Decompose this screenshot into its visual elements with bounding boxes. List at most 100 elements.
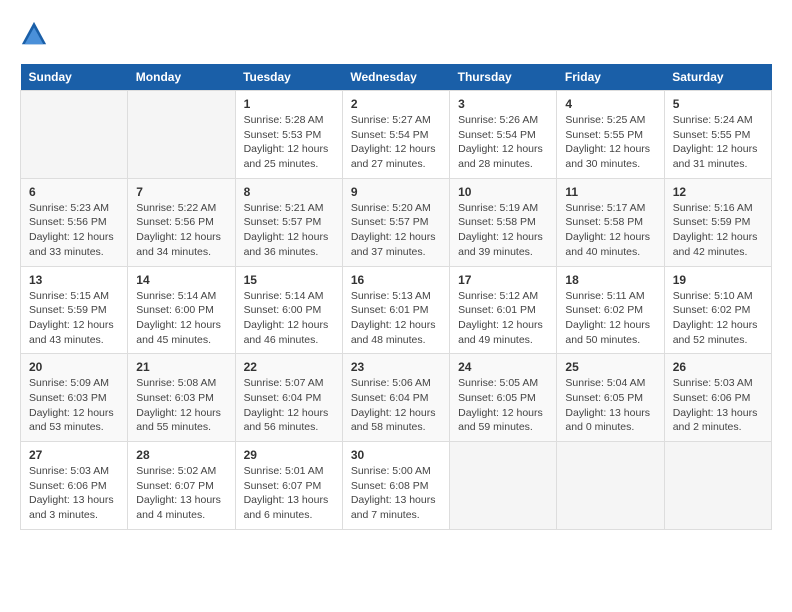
day-info: Sunrise: 5:04 AM Sunset: 6:05 PM Dayligh… (565, 376, 655, 435)
day-number: 5 (673, 97, 763, 111)
day-info: Sunrise: 5:16 AM Sunset: 5:59 PM Dayligh… (673, 201, 763, 260)
day-info: Sunrise: 5:20 AM Sunset: 5:57 PM Dayligh… (351, 201, 441, 260)
day-number: 24 (458, 360, 548, 374)
weekday-header: Wednesday (342, 64, 449, 91)
calendar-cell: 30 Sunrise: 5:00 AM Sunset: 6:08 PM Dayli… (342, 442, 449, 530)
calendar-cell: 11Sunrise: 5:17 AM Sunset: 5:58 PM Dayli… (557, 178, 664, 266)
day-info: Sunrise: 5:01 AM Sunset: 6:07 PM Dayligh… (244, 464, 334, 523)
day-info: Sunrise: 5:27 AM Sunset: 5:54 PM Dayligh… (351, 113, 441, 172)
day-info: Sunrise: 5:22 AM Sunset: 5:56 PM Dayligh… (136, 201, 226, 260)
day-info: Sunrise: 5:15 AM Sunset: 5:59 PM Dayligh… (29, 289, 119, 348)
calendar-cell: 26Sunrise: 5:03 AM Sunset: 6:06 PM Dayli… (664, 354, 771, 442)
calendar-cell: 18 Sunrise: 5:11 AM Sunset: 6:02 PM Dayli… (557, 266, 664, 354)
calendar-week-row: 20 Sunrise: 5:09 AM Sunset: 6:03 PM Dayli… (21, 354, 772, 442)
day-info: Sunrise: 5:13 AM Sunset: 6:01 PM Dayligh… (351, 289, 441, 348)
calendar-cell: 20 Sunrise: 5:09 AM Sunset: 6:03 PM Dayli… (21, 354, 128, 442)
day-number: 1 (244, 97, 334, 111)
weekday-header: Thursday (450, 64, 557, 91)
day-info: Sunrise: 5:28 AM Sunset: 5:53 PM Dayligh… (244, 113, 334, 172)
day-info: Sunrise: 5:19 AM Sunset: 5:58 PM Dayligh… (458, 201, 548, 260)
calendar-cell: 9 Sunrise: 5:20 AM Sunset: 5:57 PM Daylig… (342, 178, 449, 266)
day-number: 29 (244, 448, 334, 462)
calendar-cell: 25 Sunrise: 5:04 AM Sunset: 6:05 PM Dayli… (557, 354, 664, 442)
day-number: 4 (565, 97, 655, 111)
calendar-week-row: 27 Sunrise: 5:03 AM Sunset: 6:06 PM Dayli… (21, 442, 772, 530)
calendar-cell: 13 Sunrise: 5:15 AM Sunset: 5:59 PM Dayli… (21, 266, 128, 354)
weekday-header: Friday (557, 64, 664, 91)
day-number: 25 (565, 360, 655, 374)
calendar-cell: 15 Sunrise: 5:14 AM Sunset: 6:00 PM Dayli… (235, 266, 342, 354)
day-info: Sunrise: 5:10 AM Sunset: 6:02 PM Dayligh… (673, 289, 763, 348)
calendar-cell (128, 91, 235, 179)
day-number: 15 (244, 273, 334, 287)
day-info: Sunrise: 5:25 AM Sunset: 5:55 PM Dayligh… (565, 113, 655, 172)
calendar-cell: 7 Sunrise: 5:22 AM Sunset: 5:56 PM Daylig… (128, 178, 235, 266)
calendar-cell: 5 Sunrise: 5:24 AM Sunset: 5:55 PM Daylig… (664, 91, 771, 179)
day-info: Sunrise: 5:21 AM Sunset: 5:57 PM Dayligh… (244, 201, 334, 260)
day-number: 7 (136, 185, 226, 199)
day-number: 3 (458, 97, 548, 111)
day-info: Sunrise: 5:23 AM Sunset: 5:56 PM Dayligh… (29, 201, 119, 260)
day-info: Sunrise: 5:14 AM Sunset: 6:00 PM Dayligh… (244, 289, 334, 348)
day-number: 6 (29, 185, 119, 199)
calendar-cell: 28 Sunrise: 5:02 AM Sunset: 6:07 PM Dayli… (128, 442, 235, 530)
logo (20, 20, 54, 48)
day-info: Sunrise: 5:00 AM Sunset: 6:08 PM Dayligh… (351, 464, 441, 523)
day-info: Sunrise: 5:24 AM Sunset: 5:55 PM Dayligh… (673, 113, 763, 172)
day-number: 27 (29, 448, 119, 462)
day-info: Sunrise: 5:02 AM Sunset: 6:07 PM Dayligh… (136, 464, 226, 523)
calendar-cell: 6 Sunrise: 5:23 AM Sunset: 5:56 PM Daylig… (21, 178, 128, 266)
calendar-cell: 29 Sunrise: 5:01 AM Sunset: 6:07 PM Dayli… (235, 442, 342, 530)
calendar-cell (450, 442, 557, 530)
day-info: Sunrise: 5:07 AM Sunset: 6:04 PM Dayligh… (244, 376, 334, 435)
calendar-week-row: 1 Sunrise: 5:28 AM Sunset: 5:53 PM Daylig… (21, 91, 772, 179)
calendar-cell: 24 Sunrise: 5:05 AM Sunset: 6:05 PM Dayli… (450, 354, 557, 442)
calendar-cell: 1 Sunrise: 5:28 AM Sunset: 5:53 PM Daylig… (235, 91, 342, 179)
weekday-header: Saturday (664, 64, 771, 91)
day-number: 14 (136, 273, 226, 287)
day-number: 22 (244, 360, 334, 374)
calendar-cell: 14Sunrise: 5:14 AM Sunset: 6:00 PM Dayli… (128, 266, 235, 354)
calendar-cell: 2 Sunrise: 5:27 AM Sunset: 5:54 PM Daylig… (342, 91, 449, 179)
day-number: 19 (673, 273, 763, 287)
day-number: 18 (565, 273, 655, 287)
day-number: 8 (244, 185, 334, 199)
day-number: 26 (673, 360, 763, 374)
calendar-table: SundayMondayTuesdayWednesdayThursdayFrid… (20, 64, 772, 530)
day-info: Sunrise: 5:09 AM Sunset: 6:03 PM Dayligh… (29, 376, 119, 435)
day-info: Sunrise: 5:08 AM Sunset: 6:03 PM Dayligh… (136, 376, 226, 435)
page-header (20, 20, 772, 48)
day-info: Sunrise: 5:17 AM Sunset: 5:58 PM Dayligh… (565, 201, 655, 260)
calendar-week-row: 6 Sunrise: 5:23 AM Sunset: 5:56 PM Daylig… (21, 178, 772, 266)
calendar-cell: 19 Sunrise: 5:10 AM Sunset: 6:02 PM Dayli… (664, 266, 771, 354)
day-number: 9 (351, 185, 441, 199)
calendar-cell: 8 Sunrise: 5:21 AM Sunset: 5:57 PM Daylig… (235, 178, 342, 266)
day-info: Sunrise: 5:11 AM Sunset: 6:02 PM Dayligh… (565, 289, 655, 348)
day-number: 21 (136, 360, 226, 374)
logo-icon (20, 20, 48, 48)
day-info: Sunrise: 5:26 AM Sunset: 5:54 PM Dayligh… (458, 113, 548, 172)
day-number: 20 (29, 360, 119, 374)
day-number: 10 (458, 185, 548, 199)
weekday-header: Sunday (21, 64, 128, 91)
day-info: Sunrise: 5:06 AM Sunset: 6:04 PM Dayligh… (351, 376, 441, 435)
day-number: 30 (351, 448, 441, 462)
calendar-header-row: SundayMondayTuesdayWednesdayThursdayFrid… (21, 64, 772, 91)
calendar-cell: 21 Sunrise: 5:08 AM Sunset: 6:03 PM Dayli… (128, 354, 235, 442)
day-number: 28 (136, 448, 226, 462)
calendar-week-row: 13 Sunrise: 5:15 AM Sunset: 5:59 PM Dayli… (21, 266, 772, 354)
day-number: 13 (29, 273, 119, 287)
calendar-cell: 22 Sunrise: 5:07 AM Sunset: 6:04 PM Dayli… (235, 354, 342, 442)
day-info: Sunrise: 5:05 AM Sunset: 6:05 PM Dayligh… (458, 376, 548, 435)
day-info: Sunrise: 5:12 AM Sunset: 6:01 PM Dayligh… (458, 289, 548, 348)
day-number: 2 (351, 97, 441, 111)
calendar-cell (664, 442, 771, 530)
day-number: 16 (351, 273, 441, 287)
calendar-cell (557, 442, 664, 530)
weekday-header: Monday (128, 64, 235, 91)
calendar-cell: 23Sunrise: 5:06 AM Sunset: 6:04 PM Dayli… (342, 354, 449, 442)
day-info: Sunrise: 5:03 AM Sunset: 6:06 PM Dayligh… (29, 464, 119, 523)
day-number: 12 (673, 185, 763, 199)
day-number: 17 (458, 273, 548, 287)
calendar-cell: 16 Sunrise: 5:13 AM Sunset: 6:01 PM Dayli… (342, 266, 449, 354)
